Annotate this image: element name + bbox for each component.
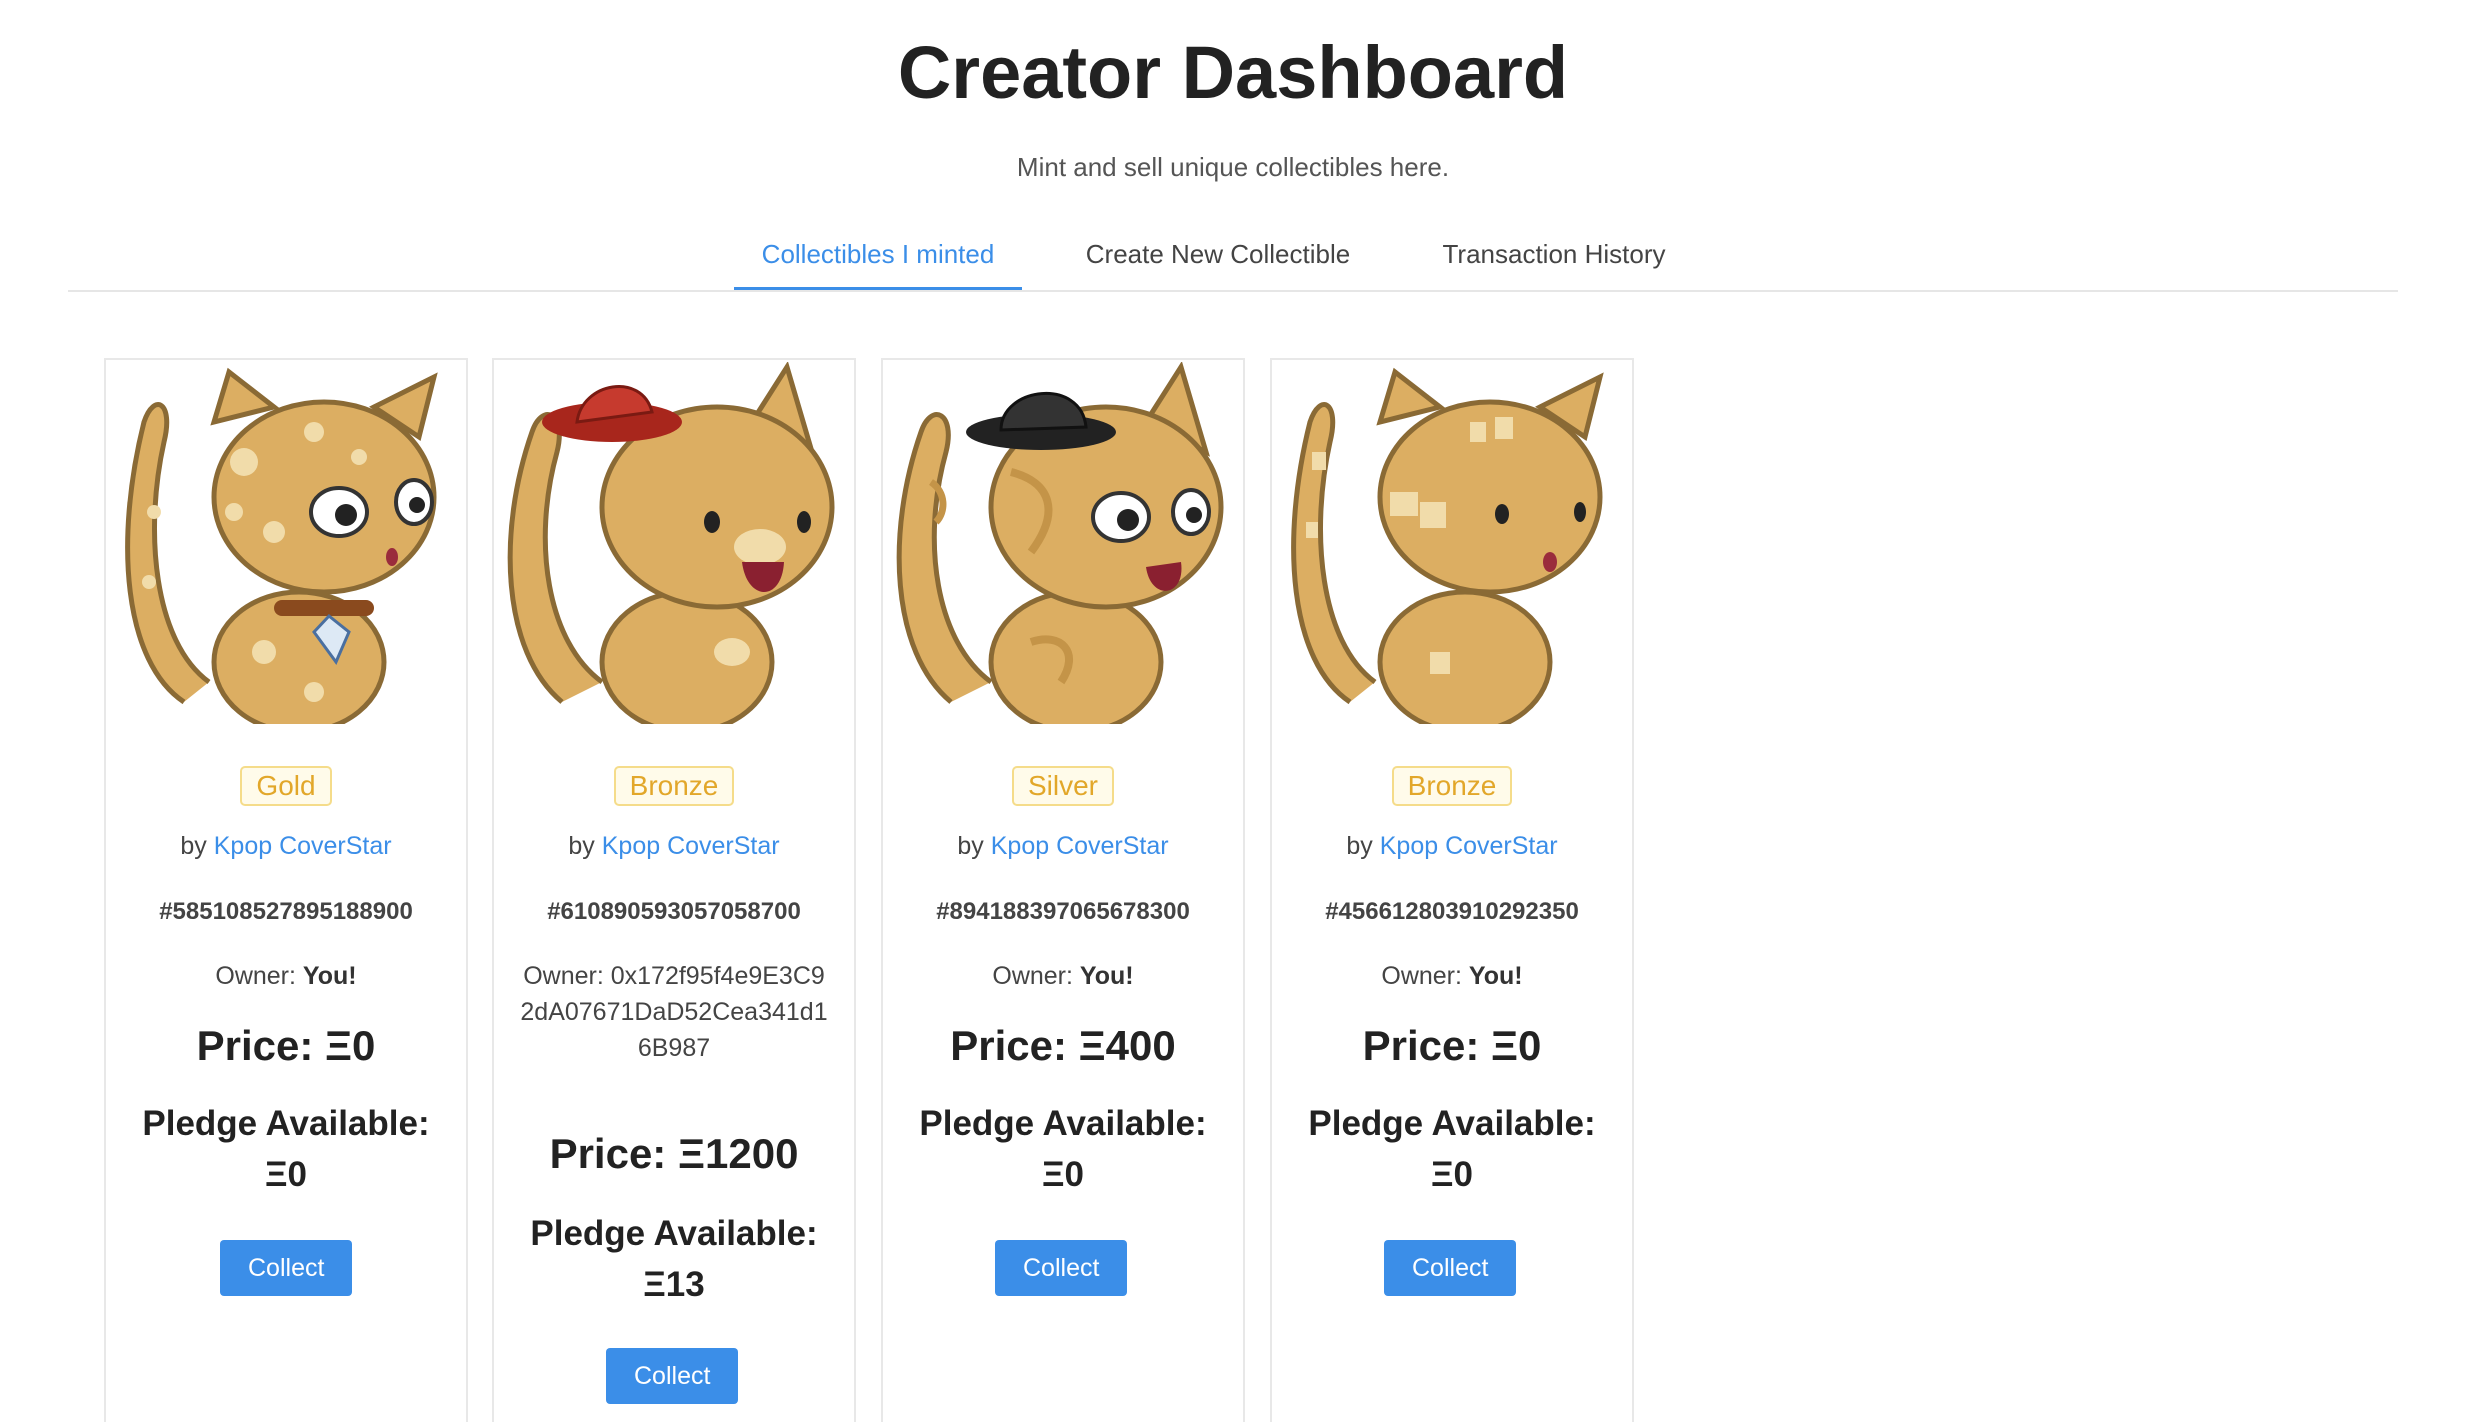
collect-button[interactable]: Collect (606, 1348, 739, 1404)
cat-collectible-image (896, 362, 1224, 724)
pledge-available: Pledge Available: Ξ0 (142, 1104, 430, 1194)
cat-collectible-image (1291, 367, 1604, 724)
collect-button[interactable]: Collect (995, 1240, 1128, 1296)
creator-line: by Kpop CoverStar (180, 832, 392, 860)
collectible-card: Gold by Kpop CoverStar #5851085278951889… (104, 358, 468, 1422)
creator-link[interactable]: Kpop CoverStar (1380, 832, 1558, 860)
owner-line: Owner: You! (215, 962, 357, 990)
collectible-card: Silver by Kpop CoverStar #89418839706567… (881, 358, 1245, 1422)
creator-link[interactable]: Kpop CoverStar (602, 832, 780, 860)
owner-line: Owner: You! (992, 962, 1134, 990)
owner-line: Owner: You! (1381, 962, 1523, 990)
creator-line: by Kpop CoverStar (1346, 832, 1558, 860)
tab-create-new-collectible[interactable]: Create New Collectible (1068, 238, 1368, 290)
token-id: #610890593057058700 (547, 898, 801, 925)
creator-link[interactable]: Kpop CoverStar (991, 832, 1169, 860)
token-id: #585108527895188900 (159, 898, 413, 925)
owner-line: Owner: 0x172f95f4e9E3C92dA07671DaD52Cea3… (520, 962, 828, 1062)
tier-badge: Bronze (494, 766, 854, 806)
price-label: Price: Ξ0 (196, 1022, 376, 1069)
collectible-card: Bronze by Kpop CoverStar #45661280391029… (1270, 358, 1634, 1422)
tier-badge: Silver (883, 766, 1243, 806)
pledge-available: Pledge Available: Ξ0 (919, 1104, 1207, 1194)
token-id: #894188397065678300 (936, 898, 1190, 925)
page-title: Creator Dashboard (897, 31, 1569, 114)
price-label: Price: Ξ0 (1362, 1022, 1542, 1069)
collect-button[interactable]: Collect (220, 1240, 353, 1296)
tier-badge: Bronze (1272, 766, 1632, 806)
cat-collectible-image (125, 367, 438, 724)
collectible-card: Bronze by Kpop CoverStar #61089059305705… (492, 358, 856, 1422)
cat-collectible-image (507, 362, 835, 724)
creator-line: by Kpop CoverStar (957, 832, 1169, 860)
tier-badge: Gold (106, 766, 466, 806)
tab-collectibles-minted[interactable]: Collectibles I minted (734, 238, 1022, 290)
creator-line: by Kpop CoverStar (568, 832, 780, 860)
tab-bar: Collectibles I minted Create New Collect… (68, 220, 2398, 292)
page-subtitle: Mint and sell unique collectibles here. (1016, 152, 1450, 182)
pledge-available: Pledge Available: Ξ13 (530, 1214, 818, 1304)
pledge-available: Pledge Available: Ξ0 (1308, 1104, 1596, 1194)
price-label: Price: Ξ400 (950, 1022, 1176, 1069)
token-id: #456612803910292350 (1325, 898, 1579, 925)
creator-link[interactable]: Kpop CoverStar (214, 832, 392, 860)
dashboard-page: Creator Dashboard Mint and sell unique c… (0, 0, 2466, 1422)
collect-button[interactable]: Collect (1384, 1240, 1517, 1296)
price-label: Price: Ξ1200 (549, 1130, 799, 1177)
tab-transaction-history[interactable]: Transaction History (1414, 238, 1694, 290)
